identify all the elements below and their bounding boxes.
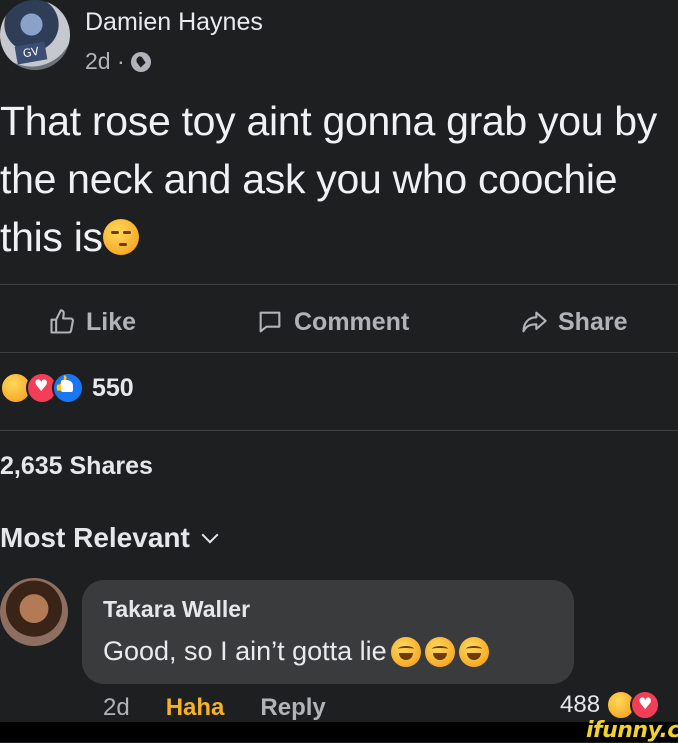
divider: [0, 284, 678, 285]
comment-button[interactable]: Comment: [256, 304, 409, 340]
author-avatar[interactable]: GV: [0, 0, 70, 70]
globe-icon: [130, 51, 151, 72]
like-label: Like: [86, 307, 137, 336]
watermark: ifunny.co: [586, 718, 678, 743]
comment-body: Good, so I ain’t gotta lie: [103, 636, 387, 666]
post-text: That rose toy aint gonna grab you by the…: [0, 92, 670, 266]
share-arrow-icon: [522, 311, 547, 333]
comment-label: Comment: [294, 307, 410, 336]
comment-time: 2d: [103, 694, 130, 721]
thumbs-up-icon: [50, 309, 74, 334]
commenter-name[interactable]: Takara Waller: [103, 596, 250, 623]
comment-text: Good, so I ain’t gotta lie: [103, 636, 489, 667]
like-reaction-icon: [52, 372, 84, 404]
laughing-tears-emoji-icon: [424, 636, 455, 667]
shares-count[interactable]: 2,635 Shares: [0, 452, 153, 481]
love-reaction-icon: [630, 690, 661, 720]
post-author-name[interactable]: Damien Haynes: [85, 8, 263, 37]
like-button[interactable]: Like: [48, 304, 136, 340]
divider: [0, 352, 678, 353]
reaction-count: 550: [92, 373, 134, 402]
share-button[interactable]: Share: [520, 304, 627, 340]
post-time: 2d ·: [85, 48, 125, 74]
post-body: That rose toy aint gonna grab you by the…: [0, 98, 658, 260]
divider: [0, 430, 678, 431]
reply-button[interactable]: Reply: [260, 694, 325, 722]
comment-sort-dropdown[interactable]: Most Relevant: [0, 522, 219, 554]
comment-icon: [259, 311, 281, 333]
chevron-down-icon: [201, 526, 219, 544]
share-label: Share: [558, 307, 628, 336]
laughing-tears-emoji-icon: [390, 636, 421, 667]
avatar-badge: GV: [14, 41, 48, 65]
comment-reaction-summary[interactable]: 488: [560, 690, 661, 720]
post-meta: 2d ·: [85, 48, 151, 75]
haha-button[interactable]: Haha: [166, 694, 225, 722]
commenter-avatar[interactable]: [0, 578, 68, 646]
laughing-tears-emoji-icon: [458, 636, 489, 667]
smirk-emoji-icon: [102, 219, 139, 255]
bottom-bar: [0, 722, 678, 742]
sort-label: Most Relevant: [0, 522, 190, 553]
reaction-summary[interactable]: 550: [0, 372, 134, 404]
comment-meta: 2d Haha Reply: [103, 694, 326, 722]
comment-reaction-count: 488: [560, 691, 601, 718]
